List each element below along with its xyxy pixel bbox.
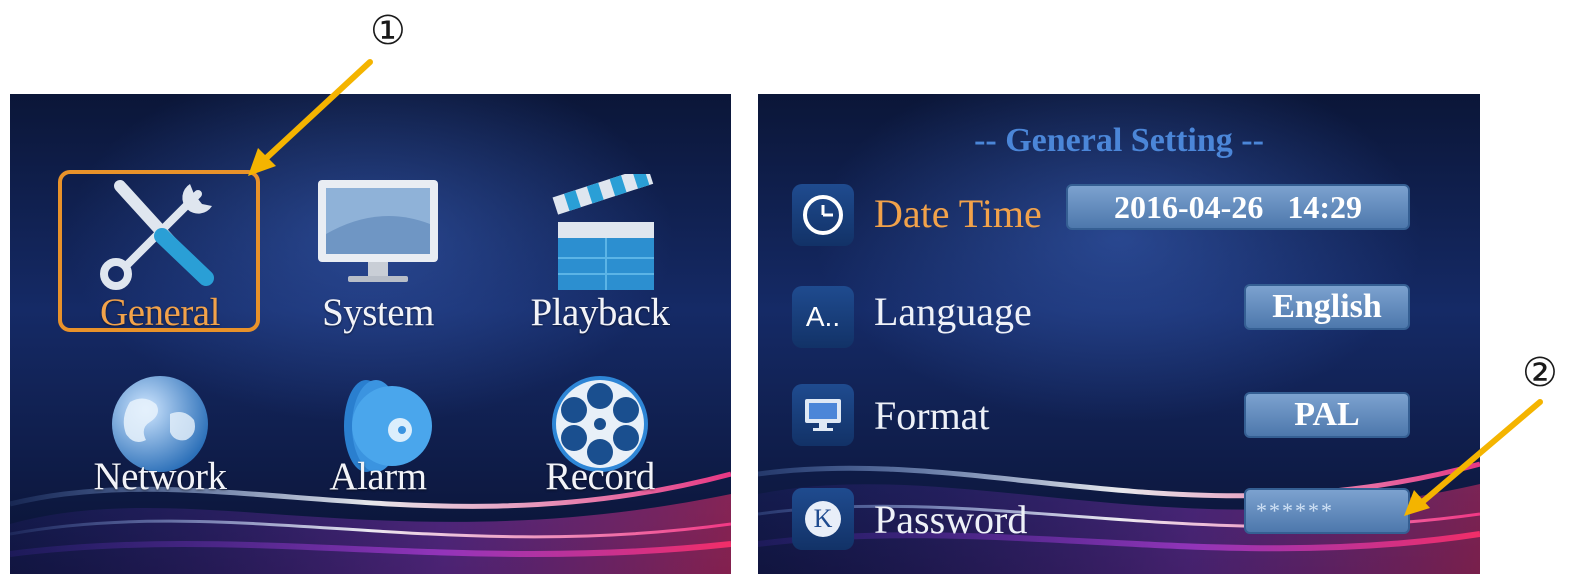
callout-arrows bbox=[248, 59, 1543, 516]
callout-arrow-2 bbox=[1417, 399, 1543, 507]
callout-arrow-1 bbox=[259, 59, 373, 165]
